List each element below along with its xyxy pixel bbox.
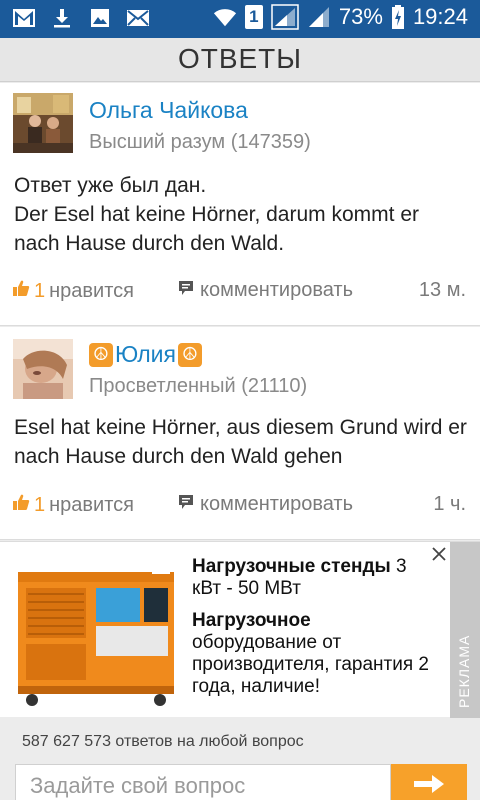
answer-actions: 1 нравится комментировать 1 ч. [12, 493, 466, 521]
like-label: нравится [49, 279, 134, 302]
like-count: 1 [34, 279, 46, 302]
answer-text-line: Ответ уже был дан. [14, 174, 207, 197]
arrow-right-icon [412, 773, 446, 800]
ad-body: Нагрузочное оборудование от производител… [192, 610, 429, 697]
mail-icon [126, 6, 150, 30]
like-count: 1 [34, 493, 46, 516]
author-name[interactable]: Ольга Чайкова [89, 97, 248, 124]
comment-icon [178, 279, 194, 302]
ad-label: РЕКЛАМА [456, 634, 472, 708]
like-button[interactable]: 1 нравится [12, 279, 134, 303]
comment-button[interactable]: комментировать [178, 279, 353, 302]
ad-image[interactable] [12, 558, 180, 708]
status-bar: 1 73% 19:24 [0, 0, 480, 38]
wifi-icon [213, 5, 237, 29]
avatar[interactable] [13, 93, 73, 153]
answer-card: ☮ Юлия ☮ Просветленный (21110) Esel hat … [0, 327, 480, 540]
battery-charging-icon [391, 5, 405, 29]
clock: 19:24 [412, 4, 468, 29]
thumbs-up-icon [12, 279, 30, 303]
gallery-icon [88, 6, 112, 30]
answer-card: Ольга Чайкова Высший разум (147359) Отве… [0, 83, 480, 326]
answers-count: 587 627 573 ответов на любой вопрос [22, 733, 304, 750]
answer-actions: 1 нравится комментировать 13 м. [12, 279, 466, 307]
question-input[interactable] [16, 765, 390, 800]
gmail-icon [12, 6, 36, 30]
download-icon [50, 6, 74, 30]
peace-icon: ☮ [89, 342, 113, 367]
peace-icon: ☮ [177, 342, 202, 367]
comment-button[interactable]: комментировать [178, 493, 353, 516]
answer-time: 13 м. [418, 279, 466, 301]
ad-title: Нагрузочные стенды 3 кВт - 50 МВт [192, 556, 407, 599]
like-label: нравится [49, 493, 134, 516]
author-rank: Высший разум (147359) [89, 131, 311, 153]
sim-1-icon: 1 [244, 5, 263, 29]
signal-icon [307, 5, 331, 29]
ad-text[interactable]: Нагрузочные стенды 3 кВт - 50 МВт Нагруз… [192, 556, 438, 708]
answer-text: Esel hat keine Hörner, aus diesem Grund … [14, 416, 467, 468]
comment-icon [178, 493, 194, 516]
author-name-text: Юлия [115, 341, 176, 367]
avatar[interactable] [13, 339, 73, 399]
thumbs-up-icon [12, 493, 30, 517]
submit-button[interactable] [391, 764, 467, 800]
close-icon[interactable] [430, 546, 448, 564]
author-rank: Просветленный (21110) [89, 375, 308, 397]
like-button[interactable]: 1 нравится [12, 493, 134, 517]
comment-label: комментировать [200, 493, 354, 515]
page-title: ОТВЕТЫ [177, 43, 303, 74]
battery-percent: 73% [338, 4, 383, 29]
ad-banner[interactable]: Нагрузочные стенды 3 кВт - 50 МВт Нагруз… [0, 541, 480, 718]
signal-icon [271, 4, 299, 30]
answer-text: Ответ уже был дан. Der Esel hat keine Hö… [14, 171, 470, 258]
answer-time: 1 ч. [433, 493, 466, 515]
comment-label: комментировать [200, 279, 354, 301]
answer-text-line: Der Esel hat keine Hörner, darum kommt e… [14, 203, 419, 255]
question-field-container [15, 764, 391, 800]
author-name[interactable]: ☮ Юлия ☮ [89, 341, 202, 368]
page-header: ОТВЕТЫ [0, 38, 480, 82]
